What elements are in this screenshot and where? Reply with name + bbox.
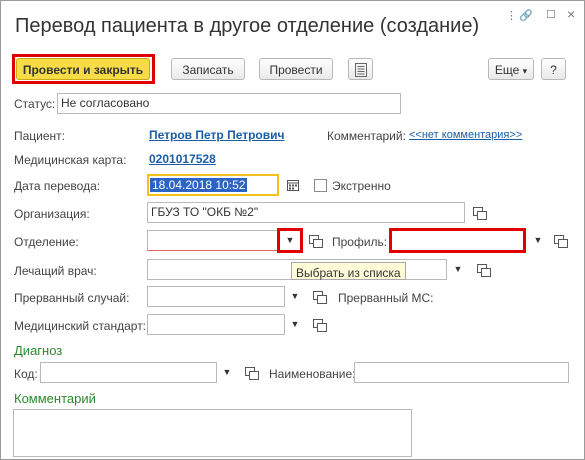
- more-button[interactable]: Еще ▾: [488, 58, 534, 80]
- more-label: Еще: [494, 63, 520, 77]
- interrupted-case-open-icon[interactable]: [309, 287, 329, 307]
- status-field: Не согласовано: [57, 93, 401, 114]
- medical-card-label: Медицинская карта:: [14, 153, 127, 167]
- window-title: Перевод пациента в другое отделение (соз…: [15, 15, 480, 37]
- patient-label: Пациент:: [14, 129, 66, 143]
- interrupted-ms-label: Прерванный МС:: [338, 291, 434, 305]
- comment-link[interactable]: <<нет комментария>>: [409, 129, 522, 141]
- transfer-date-label: Дата перевода:: [14, 179, 101, 193]
- profile-dropdown-icon[interactable]: ▼: [528, 230, 548, 251]
- report-button[interactable]: [348, 58, 373, 80]
- diagnosis-code-open-icon[interactable]: [241, 363, 261, 383]
- medical-card-link[interactable]: 0201017528: [149, 152, 216, 166]
- diagnosis-name-input[interactable]: [354, 362, 569, 383]
- comment-label: Комментарий:: [327, 129, 406, 143]
- urgent-checkbox[interactable]: [314, 179, 327, 192]
- interrupted-case-label: Прерванный случай:: [14, 291, 130, 305]
- transfer-form-window: Перевод пациента в другое отделение (соз…: [0, 0, 585, 460]
- window-maximize-icon[interactable]: ☐: [546, 8, 556, 21]
- department-input[interactable]: [147, 230, 279, 251]
- medical-standard-input[interactable]: [147, 314, 285, 335]
- comment-textarea[interactable]: [13, 409, 412, 457]
- calendar-icon: [287, 180, 299, 191]
- help-button[interactable]: ?: [541, 58, 566, 80]
- diagnosis-code-dropdown-icon[interactable]: ▼: [217, 362, 237, 383]
- organization-open-icon[interactable]: [469, 203, 489, 223]
- comment-section-title: Комментарий: [14, 391, 96, 406]
- medical-standard-dropdown-icon[interactable]: ▼: [285, 314, 305, 335]
- department-label: Отделение:: [14, 235, 79, 249]
- diagnosis-name-label: Наименование:: [269, 367, 356, 381]
- diagnosis-code-input[interactable]: [40, 362, 217, 383]
- more-chevron-icon: ▾: [522, 66, 528, 76]
- window-close-icon[interactable]: ×: [567, 6, 575, 22]
- transfer-date-value: 18.04.2018 10:52: [150, 178, 248, 192]
- window-link-icon[interactable]: 🔗: [519, 9, 533, 22]
- medical-standard-label: Медицинский стандарт:: [14, 319, 147, 333]
- profile-open-icon[interactable]: [550, 231, 570, 251]
- medical-standard-open-icon[interactable]: [309, 315, 329, 335]
- organization-field[interactable]: ГБУЗ ТО "ОКБ №2": [147, 202, 465, 223]
- interrupted-case-dropdown-icon[interactable]: ▼: [285, 286, 305, 307]
- diagnosis-code-label: Код:: [14, 367, 38, 381]
- report-icon: [354, 63, 367, 77]
- status-label: Статус:: [14, 97, 56, 111]
- interrupted-case-input[interactable]: [147, 286, 285, 307]
- post-and-close-button[interactable]: Провести и закрыть: [16, 58, 150, 80]
- calendar-button[interactable]: [283, 175, 303, 195]
- organization-label: Организация:: [14, 207, 90, 221]
- attending-doctor-dropdown-icon[interactable]: ▼: [448, 259, 468, 280]
- department-dropdown-icon[interactable]: ▼: [280, 230, 300, 251]
- attending-doctor-label: Лечащий врач:: [14, 264, 97, 278]
- profile-label: Профиль:: [332, 235, 388, 249]
- department-open-icon[interactable]: [305, 231, 325, 251]
- save-button[interactable]: Записать: [171, 58, 245, 80]
- profile-input[interactable]: [389, 230, 526, 251]
- post-button[interactable]: Провести: [259, 58, 333, 80]
- urgent-label: Экстренно: [332, 179, 391, 193]
- window-menu-icon[interactable]: ⋮: [506, 9, 517, 22]
- patient-link[interactable]: Петров Петр Петрович: [149, 128, 284, 142]
- select-from-list-tooltip: Выбрать из списка: [291, 262, 406, 280]
- attending-doctor-open-icon[interactable]: [473, 260, 493, 280]
- diagnosis-section-title: Диагноз: [14, 343, 63, 358]
- transfer-date-input[interactable]: 18.04.2018 10:52: [147, 174, 279, 196]
